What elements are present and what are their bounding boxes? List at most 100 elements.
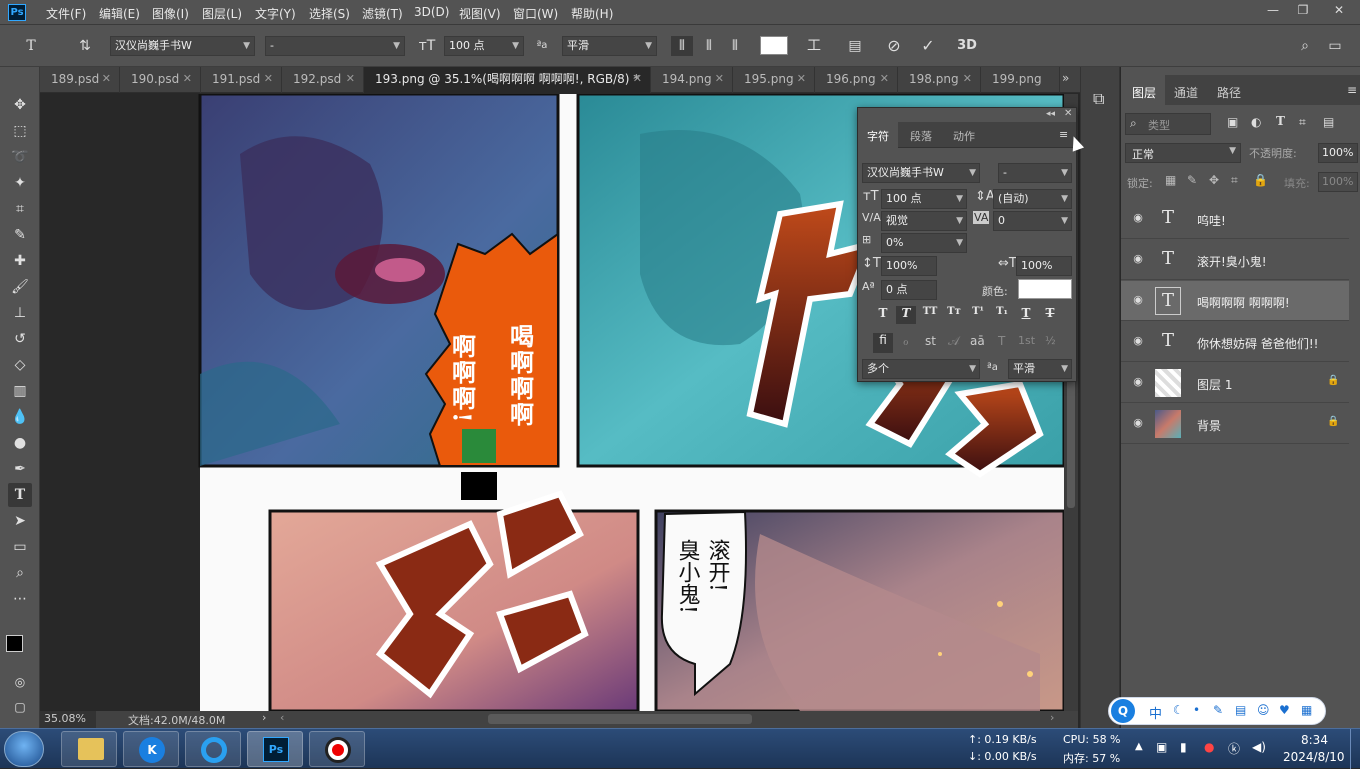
char-tracking-select[interactable]: 0 ▼ [993, 211, 1072, 231]
ligature-icon[interactable]: fi [873, 333, 893, 353]
menu-layer[interactable]: 图层(L) [202, 5, 242, 22]
underline-icon[interactable]: T [1016, 306, 1036, 324]
menu-file[interactable]: 文件(F) [46, 5, 86, 22]
scroll-left-icon[interactable]: ‹ [280, 711, 284, 724]
move-tool-icon[interactable]: ✥ [8, 93, 32, 117]
panel-menu-icon[interactable]: ≡ [1059, 128, 1068, 141]
recorder-button[interactable] [309, 731, 365, 767]
menu-3d[interactable]: 3D(D) [414, 5, 449, 19]
char-leading-select[interactable]: (自动) ▼ [993, 189, 1072, 209]
superscript-icon[interactable]: T¹ [968, 306, 988, 324]
close-icon[interactable]: ✕ [346, 67, 355, 91]
tabs-overflow-icon[interactable]: » [1062, 71, 1069, 85]
commit-check-icon[interactable]: ✓ [917, 36, 939, 56]
eyedropper-icon[interactable]: ✎ [8, 223, 32, 247]
close-icon[interactable]: ✕ [963, 67, 972, 91]
char-language-select[interactable]: 多个 ▼ [862, 359, 980, 379]
stylistic-alt-icon[interactable]: st [925, 334, 936, 348]
warp-text-icon[interactable]: 工 [803, 36, 825, 56]
menu-help[interactable]: 帮助(H) [571, 5, 613, 22]
ordinals-icon[interactable]: 1st [1018, 334, 1035, 347]
tab-character[interactable]: 字符 [858, 122, 898, 148]
tab-192[interactable]: 192.psd ✕ [282, 67, 364, 93]
tab-195[interactable]: 195.png ✕ [733, 67, 815, 93]
search-icon[interactable]: ⌕ [1294, 36, 1316, 56]
align-bottom-icon[interactable]: ⦀ [724, 36, 746, 56]
tab-198[interactable]: 198.png ✕ [898, 67, 981, 93]
type-tool-icon[interactable]: T [8, 483, 32, 507]
old-style-icon[interactable]: ℴ [903, 334, 909, 348]
text-orientation-icon[interactable]: ⇅ [74, 36, 96, 56]
screen-mode-icon[interactable]: ▢ [8, 695, 32, 719]
scroll-right-icon[interactable]: › [1050, 711, 1054, 724]
eraser-icon[interactable]: ◇ [8, 353, 32, 377]
tab-189[interactable]: 189.psd ✕ [40, 67, 120, 93]
char-tsume-select[interactable]: 0% ▼ [881, 233, 967, 253]
zoom-field[interactable]: 35.08% [40, 711, 96, 728]
lock-all-icon[interactable]: 🔒 [1253, 173, 1268, 187]
close-icon[interactable]: ✕ [264, 67, 273, 91]
blend-mode-select[interactable]: 正常 ▼ [1125, 143, 1241, 163]
menu-edit[interactable]: 编辑(E) [99, 5, 140, 22]
clipboard-icon[interactable]: ▤ [1235, 703, 1246, 717]
lock-artboard-icon[interactable]: ⌗ [1231, 173, 1238, 188]
zoom-tool-icon[interactable]: ⌕ [8, 561, 32, 585]
magic-wand-icon[interactable]: ✦ [8, 171, 32, 195]
layer-row[interactable]: ◉ 背景 🔒 [1121, 404, 1349, 444]
close-icon[interactable]: ✕ [102, 67, 111, 91]
skin-icon[interactable]: ♥ [1279, 703, 1290, 717]
tab-paragraph[interactable]: 段落 [910, 128, 932, 144]
close-icon[interactable]: ✕ [715, 67, 724, 91]
eye-icon[interactable]: ◉ [1131, 211, 1145, 225]
font-family-select[interactable]: 汉仪尚巍手书W ▼ [110, 36, 255, 56]
lock-image-icon[interactable]: ✎ [1187, 173, 1197, 187]
filter-pixel-icon[interactable]: ▣ [1227, 115, 1238, 129]
menu-select[interactable]: 选择(S) [309, 5, 350, 22]
close-icon[interactable]: ✕ [880, 67, 889, 91]
blur-tool-icon[interactable]: 💧 [8, 405, 32, 429]
3d-icon[interactable]: 3D [956, 36, 978, 56]
close-icon[interactable]: ✕ [633, 67, 642, 91]
tab-191[interactable]: 191.psd ✕ [201, 67, 282, 93]
more-tools-icon[interactable]: ⋯ [8, 587, 32, 611]
layer-row[interactable]: ◉ T 呜哇! [1121, 199, 1349, 239]
tools-icon[interactable]: ✎ [1213, 703, 1223, 717]
panel-menu-icon[interactable]: ≡ [1347, 83, 1357, 97]
menu-type[interactable]: 文字(Y) [255, 5, 296, 22]
font-style-select[interactable]: - ▼ [265, 36, 405, 56]
lasso-tool-icon[interactable]: ➰ [8, 145, 32, 169]
titling-alt-icon[interactable]: aā [970, 334, 985, 348]
eye-icon[interactable]: ◉ [1131, 293, 1145, 307]
tab-channels[interactable]: 通道 [1174, 84, 1198, 101]
char-kerning-select[interactable]: 视觉 ▼ [881, 211, 967, 231]
layer-row-selected[interactable]: ◉ T 喝啊啊啊 啊啊啊! [1121, 281, 1349, 321]
char-size-select[interactable]: 100 点 ▼ [881, 189, 967, 209]
char-vscale-input[interactable]: 100% [881, 256, 937, 276]
show-desktop-button[interactable] [1350, 729, 1360, 769]
tray-app-icon[interactable]: ▣ [1156, 740, 1167, 754]
char-hscale-input[interactable]: 100% [1016, 256, 1072, 276]
clock-date[interactable]: 2024/8/10 [1283, 750, 1345, 764]
antialias-select[interactable]: 平滑 ▼ [562, 36, 657, 56]
fill-input[interactable]: 100% [1318, 172, 1358, 192]
close-icon[interactable]: ✕ [183, 67, 192, 91]
close-icon[interactable]: ✕ [1328, 3, 1350, 21]
kugou-button[interactable]: K [123, 731, 179, 767]
menu-view[interactable]: 视图(V) [459, 5, 501, 22]
strikethrough-icon[interactable]: T [1040, 306, 1060, 324]
tab-actions[interactable]: 动作 [953, 128, 975, 144]
eye-icon[interactable]: ◉ [1131, 252, 1145, 266]
eye-icon[interactable]: ◉ [1131, 334, 1145, 348]
text-color-swatch[interactable] [760, 36, 788, 55]
tab-193-active[interactable]: 193.png @ 35.1%(喝啊啊啊 啊啊啊!, RGB/8) * ✕ [364, 67, 651, 93]
file-explorer-button[interactable] [61, 731, 117, 767]
menu-window[interactable]: 窗口(W) [513, 5, 558, 22]
tray-kugou-icon[interactable]: ⓚ [1228, 740, 1240, 757]
marquee-tool-icon[interactable]: ⬚ [8, 119, 32, 143]
char-baseline-input[interactable]: 0 点 [881, 280, 937, 300]
tab-paths[interactable]: 路径 [1217, 84, 1241, 101]
start-button[interactable] [4, 731, 44, 767]
browser-button[interactable] [185, 731, 241, 767]
healing-brush-icon[interactable]: ✚ [8, 249, 32, 273]
eye-icon[interactable]: ◉ [1131, 416, 1145, 430]
